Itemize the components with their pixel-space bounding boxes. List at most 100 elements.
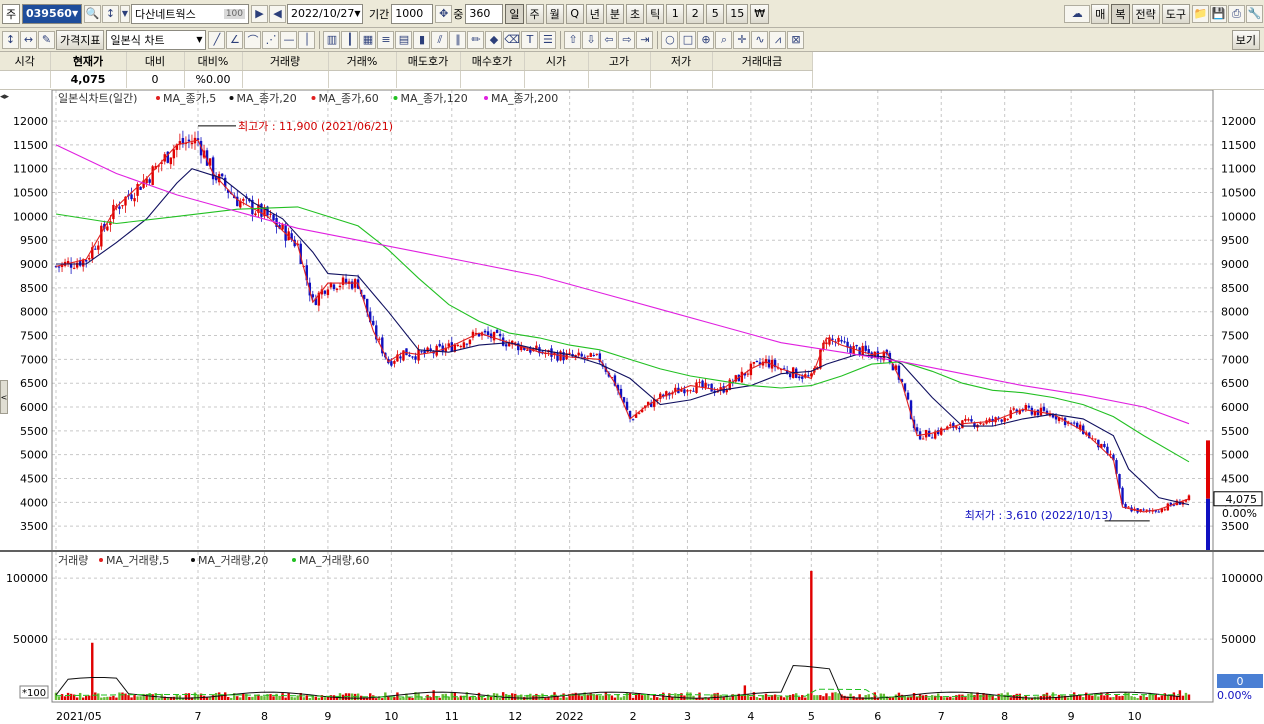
save-icon[interactable]: 💾 [1210,4,1227,23]
chart-type-dropdown-icon[interactable]: ▼ [196,35,202,44]
list-dropdown-icon[interactable]: ▼ [120,4,130,23]
channel-icon[interactable]: ⫽ [431,30,449,49]
candle-body [151,166,154,186]
interval-year[interactable]: 년 [585,3,604,24]
expand-toggle-icon[interactable]: ◂▸ [0,92,9,102]
retracement-icon[interactable]: ≡ [377,30,395,49]
volume-bar [248,696,251,700]
volume-bar [136,696,139,700]
folder-icon[interactable]: 📁 [1192,4,1209,23]
volume-bar [743,685,747,700]
interval-15[interactable]: 15 [726,3,749,24]
prev-arrow-icon[interactable]: ◀ [269,4,286,23]
volume-bar [66,692,70,700]
fibonacci-icon[interactable]: ▥ [323,30,341,49]
text-annotate-icon[interactable]: T [521,30,539,49]
print-icon[interactable]: ⎙ [1228,4,1245,23]
interval-second[interactable]: 초 [626,3,645,24]
interval-minute[interactable]: 분 [605,3,624,24]
trendline-icon[interactable]: ╱ [208,30,226,49]
currency-toggle[interactable]: ₩ [750,3,770,24]
candle-pattern-icon[interactable]: ▮ [413,30,431,49]
arrow-right-icon[interactable]: ⇨ [618,30,636,49]
export-icon[interactable]: ⇥ [636,30,654,49]
parallel-lines-icon[interactable]: ∥ [449,30,467,49]
interval-2[interactable]: 2 [686,3,705,24]
zigzag-icon[interactable]: ⩘ [769,30,787,49]
search-icon[interactable]: 🔍 [84,4,101,23]
interval-quarter[interactable]: Q [565,3,584,24]
candle-body [556,353,559,361]
horizontal-arrow-icon[interactable]: ↔ [20,30,37,49]
volume-bar [302,697,305,700]
vertical-arrow-icon[interactable]: ↕ [2,30,19,49]
volume-bar [961,694,964,700]
price-tick-left: 10000 [13,210,48,223]
calendar-dropdown-icon[interactable]: ▼ [354,9,360,18]
clear-icon[interactable]: ⊠ [787,30,805,49]
wave-icon[interactable]: ∿ [751,30,769,49]
view-button[interactable]: 보기 [1231,29,1260,50]
volume-bar [749,696,753,700]
arrow-left-icon[interactable]: ⇦ [600,30,618,49]
horizontal-line-icon[interactable]: — [280,30,298,49]
chart-type-select[interactable]: 일본식 차트 ▼ [106,29,207,50]
side-collapse-button[interactable]: < [0,380,8,414]
grid-lines-icon[interactable]: ▦ [359,30,377,49]
eraser-icon[interactable]: ⌫ [503,30,521,49]
settings-wrench-icon[interactable]: 🔧 [1246,4,1263,23]
crosshair-icon[interactable]: ✛ [733,30,751,49]
price-legend-item: MA_종가,20 [237,92,297,105]
candle-body [855,344,858,347]
interval-tick[interactable]: 틱 [646,3,665,24]
color-picker-icon[interactable]: ◆ [485,30,503,49]
indicator-button[interactable]: 가격지표 [56,29,105,50]
next-arrow-icon[interactable]: ▶ [251,4,268,23]
stock-code-input[interactable]: 039560 ▼ [22,3,82,24]
interval-5[interactable]: 5 [706,3,725,24]
magnifier-icon[interactable]: ⌕ [715,30,733,49]
move-icon[interactable]: ✥ [435,4,453,23]
arrow-up-icon[interactable]: ⇧ [564,30,582,49]
angle-line-icon[interactable]: ∠ [226,30,244,49]
price-tick-left: 7500 [20,330,48,343]
circle-icon[interactable]: ○ [661,30,679,49]
chart-area[interactable]: 3500350040004000450045005000500055005500… [0,90,1264,724]
volume-bar [985,694,988,700]
arc-icon[interactable]: ⌒ [244,30,262,49]
volume-bar [432,690,435,700]
strategy-button[interactable]: 전략 [1131,3,1160,24]
candle-body [788,373,792,378]
property-icon[interactable]: ☰ [539,30,557,49]
arrow-down-icon[interactable]: ⇩ [582,30,600,49]
price-range-bar-up [1206,440,1210,499]
x-tick-label: 10 [384,710,398,723]
cycle-lines-icon[interactable]: ┃ [341,30,359,49]
interval-week[interactable]: 주 [525,3,544,24]
interval-month[interactable]: 월 [545,3,564,24]
interval-day[interactable]: 일 [505,3,524,24]
market-label[interactable]: 주 [2,3,20,24]
volume-bar [69,693,73,700]
bar-pattern-icon[interactable]: ▤ [395,30,413,49]
period-input[interactable]: 1000 [391,3,434,24]
vertical-line-icon[interactable]: │ [298,30,316,49]
fan-line-icon[interactable]: ⋰ [262,30,280,49]
rectangle-icon[interactable]: □ [679,30,697,49]
trade-button[interactable]: 매 [1091,3,1110,24]
stock-name-field[interactable]: 다산네트웍스 100 [131,3,249,24]
zoom-in-icon[interactable]: ⊕ [697,30,715,49]
stock-chart[interactable]: 3500350040004000450045005000500055005500… [0,90,1264,724]
sort-icon[interactable]: ↕ [102,4,119,23]
tools-button[interactable]: 도구 [1161,3,1190,24]
cloud-icon[interactable]: ☁ [1064,4,1091,23]
code-dropdown-icon[interactable]: ▼ [72,9,78,18]
duplicate-button[interactable]: 복 [1111,3,1130,24]
x-tick-label: 2 [630,710,637,723]
zoom-input[interactable]: 360 [465,3,504,24]
volume-bar [979,694,982,700]
interval-1[interactable]: 1 [666,3,685,24]
edit-icon[interactable]: ✎ [38,30,55,49]
pencil-icon[interactable]: ✏ [467,30,485,49]
date-picker[interactable]: 2022/10/27 ▼ [287,3,363,24]
